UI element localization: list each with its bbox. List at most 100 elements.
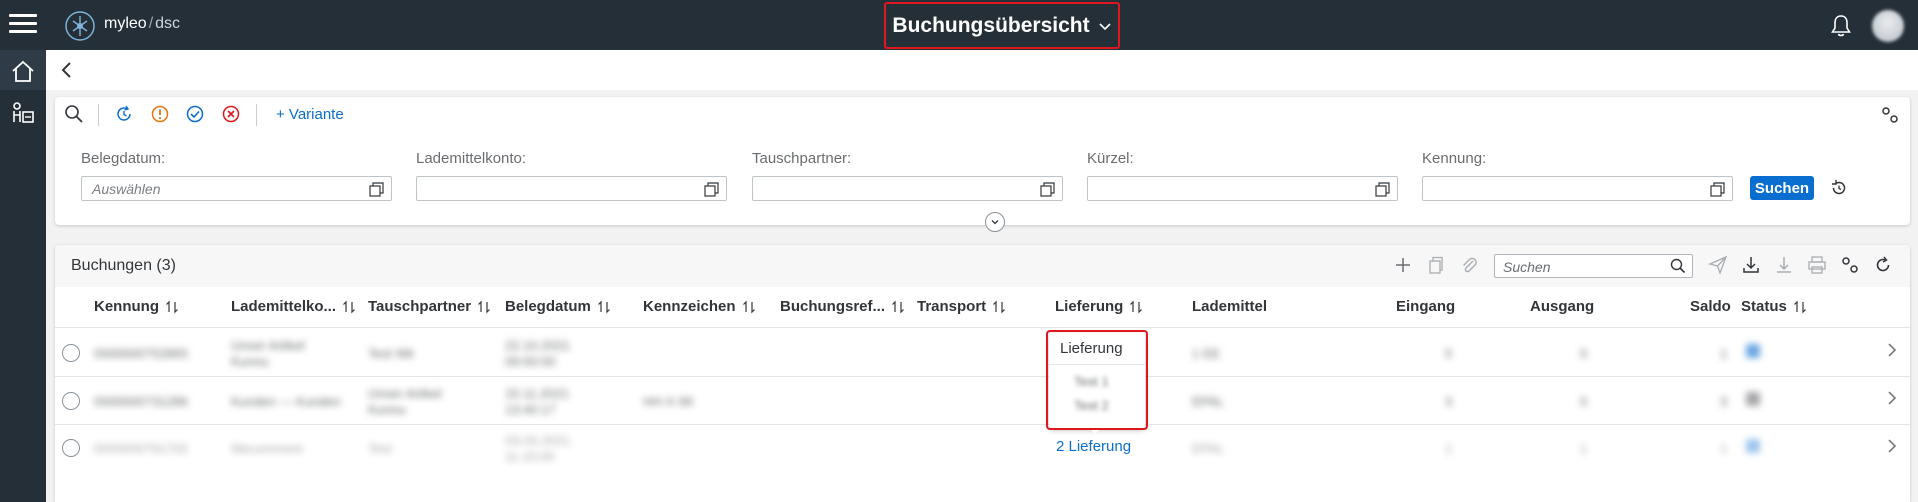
cell-lademittel: 1 EE — [1192, 346, 1221, 361]
lademittelkonto-input[interactable] — [416, 176, 727, 201]
copy-icon[interactable] — [1426, 255, 1446, 275]
cell-tauschpartner: Test — [368, 441, 392, 456]
column-header-ausgang: Ausgang — [1530, 298, 1594, 315]
error-icon[interactable] — [221, 104, 241, 124]
sort-icon — [343, 300, 355, 313]
lieferung-link[interactable]: 2 Lieferung — [1056, 438, 1131, 455]
table-search-input[interactable]: Suchen — [1494, 254, 1693, 278]
column-header-lieferung[interactable]: Lieferung — [1055, 298, 1143, 315]
refresh-icon[interactable] — [1873, 255, 1893, 275]
column-header-buchungsref[interactable]: Buchungsref... — [780, 298, 905, 315]
value-help-icon[interactable] — [1710, 182, 1725, 197]
cell-belegdatum: 15.11.2021 13:40:17 — [505, 386, 570, 417]
row-select-radio[interactable] — [62, 439, 80, 457]
avatar[interactable] — [1872, 10, 1904, 42]
sort-icon — [597, 300, 610, 313]
column-label: Lademittel — [1192, 298, 1268, 315]
attachment-icon[interactable] — [1459, 255, 1479, 275]
download-icon[interactable] — [1741, 255, 1761, 275]
warning-icon[interactable] — [150, 104, 170, 124]
column-header-lademittelkonto[interactable]: Lademittelko... — [231, 298, 356, 315]
value-help-icon[interactable] — [1375, 182, 1390, 197]
page-title-dropdown[interactable]: Buchungsübersicht — [884, 2, 1120, 49]
column-label: Eingang — [1396, 298, 1456, 315]
column-label: Kennung — [94, 298, 159, 315]
cell-tauschpartner: Test Wk — [368, 346, 415, 361]
add-variant-link[interactable]: + Variante — [276, 106, 344, 123]
cell-eingang: 5 — [1445, 346, 1453, 361]
cell-kennzeichen: HH-X 99 — [643, 394, 693, 409]
column-header-tauschpartner[interactable]: Tauschpartner — [368, 298, 491, 315]
row-divider — [55, 424, 1910, 425]
cell-belegdatum: 22.10.2021 09:00:00 — [505, 338, 571, 369]
cell-ausgang: 0 — [1580, 394, 1588, 409]
column-header-lademittel: Lademittel — [1192, 298, 1267, 315]
sort-icon — [993, 300, 1006, 313]
settings-icon[interactable] — [1880, 105, 1900, 125]
belegdatum-placeholder: Auswählen — [92, 181, 161, 197]
column-label: Transport — [917, 298, 987, 315]
in-progress-icon[interactable] — [114, 104, 134, 124]
kennung-input[interactable] — [1422, 176, 1733, 201]
filter-label-tauschpartner: Tauschpartner: — [752, 150, 852, 167]
filter-label-kuerzel: Kürzel: — [1087, 150, 1134, 167]
column-label: Saldo — [1690, 298, 1731, 315]
column-header-status[interactable]: Status — [1741, 298, 1807, 315]
cell-kennung: 0000000731286 — [94, 394, 188, 409]
row-select-radio[interactable] — [62, 392, 80, 410]
value-help-icon[interactable] — [1040, 182, 1055, 197]
column-header-saldo: Saldo — [1690, 298, 1731, 315]
row-navigate-icon[interactable] — [1886, 390, 1898, 406]
cell-lademittelkonto: Unser Artikel Kunnu — [231, 338, 305, 369]
column-label: Belegdatum — [505, 298, 591, 315]
user-desk-icon[interactable] — [9, 100, 37, 128]
back-arrow-icon[interactable] — [58, 60, 76, 80]
search-icon[interactable] — [1670, 258, 1686, 274]
settings-icon[interactable] — [1840, 255, 1860, 275]
belegdatum-input[interactable]: Auswählen — [81, 176, 392, 201]
cell-lademittelkonto: Kunden — Kunden — [231, 394, 341, 409]
value-help-icon[interactable] — [704, 182, 719, 197]
search-icon[interactable] — [64, 104, 84, 124]
column-header-kennung[interactable]: Kennung — [94, 298, 179, 315]
tauschpartner-input[interactable] — [752, 176, 1063, 201]
cell-belegdatum: 03.03.2021 11:15:00 — [505, 433, 571, 464]
reset-icon[interactable] — [1829, 178, 1849, 198]
header-divider — [55, 327, 1910, 328]
send-icon[interactable] — [1708, 255, 1728, 275]
cell-saldo: 1 — [1720, 346, 1728, 361]
sort-icon — [478, 300, 491, 313]
brand-name: myleo / dsc — [104, 15, 181, 32]
status-icon — [1746, 439, 1760, 453]
filter-label-belegdatum: Belegdatum: — [81, 150, 166, 167]
export-icon[interactable] — [1774, 255, 1794, 275]
kuerzel-input[interactable] — [1087, 176, 1398, 201]
cell-kennung: 0000000791702 — [94, 441, 188, 456]
column-header-transport[interactable]: Transport — [917, 298, 1006, 315]
column-label: Ausgang — [1530, 298, 1595, 315]
add-icon[interactable] — [1393, 255, 1413, 275]
success-icon[interactable] — [185, 104, 205, 124]
row-navigate-icon[interactable] — [1886, 438, 1898, 454]
column-label: Lademittelko... — [231, 298, 337, 315]
sort-icon — [1130, 300, 1143, 313]
value-help-icon[interactable] — [369, 182, 384, 197]
cell-saldo: 3 — [1720, 394, 1728, 409]
column-header-belegdatum[interactable]: Belegdatum — [505, 298, 611, 315]
row-navigate-icon[interactable] — [1886, 342, 1898, 358]
home-icon[interactable] — [9, 58, 37, 86]
status-icon — [1746, 392, 1760, 406]
print-icon[interactable] — [1807, 255, 1827, 275]
search-button[interactable]: Suchen — [1750, 176, 1814, 200]
menu-icon[interactable] — [9, 12, 37, 36]
expand-filter-button[interactable] — [985, 212, 1005, 232]
column-header-kennzeichen[interactable]: Kennzeichen — [643, 298, 756, 315]
cell-lademittel: EPAL — [1192, 394, 1225, 409]
sort-icon — [892, 300, 904, 313]
row-select-radio[interactable] — [62, 344, 80, 362]
logo-icon — [65, 11, 95, 41]
bell-icon[interactable] — [1828, 13, 1854, 39]
column-label: Buchungsref... — [780, 298, 886, 315]
chevron-down-icon — [1099, 22, 1111, 30]
table-search-placeholder: Suchen — [1503, 259, 1551, 275]
